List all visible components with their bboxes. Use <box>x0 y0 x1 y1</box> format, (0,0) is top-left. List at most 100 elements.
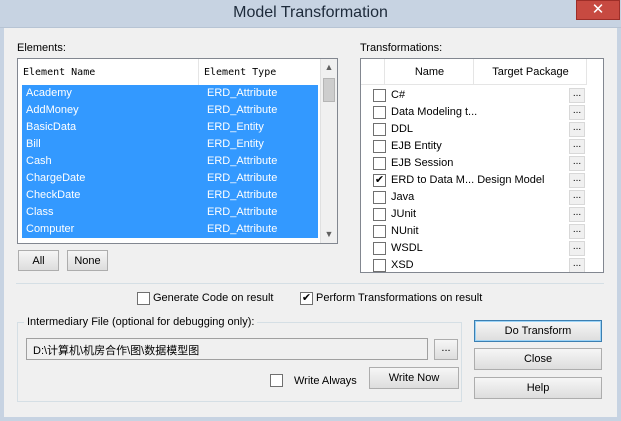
transformation-row[interactable]: EJB Session... <box>361 155 587 172</box>
transformation-checkbox[interactable] <box>373 208 386 221</box>
column-element-type[interactable]: Element Type <box>200 59 319 85</box>
transformation-checkbox[interactable] <box>373 123 386 136</box>
transformation-row[interactable]: XSD... <box>361 257 587 272</box>
elements-label: Elements: <box>17 42 66 54</box>
transformation-row[interactable]: ✔ ERD to Data M... Design Model... <box>361 172 587 189</box>
scroll-thumb[interactable] <box>323 78 335 102</box>
target-package-button[interactable]: ... <box>569 173 585 188</box>
element-type: ERD_Attribute <box>207 87 278 99</box>
element-name: BasicData <box>26 121 77 133</box>
intermediary-group <box>17 322 462 402</box>
transformation-row[interactable]: Data Modeling t...... <box>361 104 587 121</box>
element-name: Computer <box>26 223 75 235</box>
transformation-checkbox[interactable] <box>373 242 386 255</box>
transformations-label: Transformations: <box>360 42 443 54</box>
write-always-label: Write Always <box>294 375 357 387</box>
elements-list-header: Element Name Element Type <box>18 59 319 85</box>
element-row[interactable]: Class ERD_Attribute <box>22 204 318 221</box>
close-window-button[interactable]: ✕ <box>576 0 620 20</box>
transformation-name: XSD <box>391 259 414 271</box>
elements-rows: Academy ERD_Attribute AddMoney ERD_Attribut… <box>22 85 318 238</box>
transformation-checkbox[interactable] <box>373 191 386 204</box>
separator <box>16 283 604 284</box>
transformation-name: ERD to Data M... Design Model <box>391 174 545 186</box>
element-name: Class <box>26 206 54 218</box>
elements-scrollbar[interactable]: ▲ ▼ <box>320 59 337 243</box>
transformation-checkbox[interactable] <box>373 225 386 238</box>
title-bar: Model Transformation ✕ <box>0 0 621 28</box>
transformations-list[interactable]: Name Target Package C#... Data Modeling t… <box>360 58 604 273</box>
target-package-button[interactable]: ... <box>569 258 585 272</box>
target-package-button[interactable]: ... <box>569 190 585 205</box>
target-package-button[interactable]: ... <box>569 88 585 103</box>
element-type: ERD_Attribute <box>207 104 278 116</box>
transformation-checkbox[interactable] <box>373 157 386 170</box>
transformation-name: JUnit <box>391 208 417 220</box>
all-button[interactable]: All <box>18 250 59 271</box>
browse-button[interactable]: ... <box>434 339 458 360</box>
element-type: ERD_Entity <box>207 121 264 133</box>
close-button[interactable]: Close <box>474 348 602 370</box>
element-row[interactable]: ChargeDate ERD_Attribute <box>22 170 318 187</box>
intermediary-path-field[interactable]: D:\计算机\机房合作\图\数据模型图 <box>26 338 428 360</box>
transformation-name: DDL <box>391 123 414 135</box>
target-package-button[interactable]: ... <box>569 156 585 171</box>
perform-transformations-checkbox[interactable]: ✔ <box>300 292 313 305</box>
transformation-name: EJB Session <box>391 157 454 169</box>
generate-code-checkbox[interactable] <box>137 292 150 305</box>
target-package-button[interactable]: ... <box>569 241 585 256</box>
transformation-row[interactable]: EJB Entity... <box>361 138 587 155</box>
target-package-button[interactable]: ... <box>569 139 585 154</box>
transformation-row[interactable]: WSDL... <box>361 240 587 257</box>
transformation-name: Java <box>391 191 415 203</box>
transformation-row[interactable]: NUnit... <box>361 223 587 240</box>
element-row[interactable]: CheckDate ERD_Attribute <box>22 187 318 204</box>
column-name[interactable]: Name <box>386 59 474 85</box>
window-title: Model Transformation <box>233 4 388 21</box>
transformation-checkbox[interactable] <box>373 140 386 153</box>
element-row[interactable]: Academy ERD_Attribute <box>22 85 318 102</box>
element-name: Bill <box>26 138 41 150</box>
target-package-button[interactable]: ... <box>569 224 585 239</box>
intermediary-label: Intermediary File (optional for debuggin… <box>24 316 258 328</box>
do-transform-button[interactable]: Do Transform <box>474 320 602 342</box>
transformation-row[interactable]: JUnit... <box>361 206 587 223</box>
target-package-button[interactable]: ... <box>569 207 585 222</box>
element-row[interactable]: Computer ERD_Attribute <box>22 221 318 238</box>
element-type: ERD_Entity <box>207 138 264 150</box>
target-package-button[interactable]: ... <box>569 122 585 137</box>
write-always-checkbox[interactable] <box>270 374 283 387</box>
transformation-checkbox[interactable] <box>373 106 386 119</box>
transformation-checkbox[interactable] <box>373 259 386 272</box>
none-button[interactable]: None <box>67 250 108 271</box>
element-type: ERD_Attribute <box>207 206 278 218</box>
column-target-package[interactable]: Target Package <box>475 59 587 85</box>
element-row[interactable]: Cash ERD_Attribute <box>22 153 318 170</box>
target-package-button[interactable]: ... <box>569 105 585 120</box>
generate-code-label: Generate Code on result <box>153 292 274 304</box>
element-name: Academy <box>26 87 72 99</box>
element-row[interactable]: BasicData ERD_Entity <box>22 119 318 136</box>
scroll-down-icon[interactable]: ▼ <box>321 226 337 243</box>
transformation-row[interactable]: C#... <box>361 87 587 104</box>
write-now-button[interactable]: Write Now <box>369 367 459 389</box>
elements-list[interactable]: Element Name Element Type Academy ERD_Att… <box>17 58 338 244</box>
perform-transformations-label: Perform Transformations on result <box>316 292 483 304</box>
transformation-row[interactable]: Java... <box>361 189 587 206</box>
scroll-up-icon[interactable]: ▲ <box>321 59 337 76</box>
transformation-checkbox[interactable]: ✔ <box>373 174 386 187</box>
transformation-row[interactable]: DDL... <box>361 121 587 138</box>
transformation-name: C# <box>391 89 406 101</box>
element-row[interactable]: AddMoney ERD_Attribute <box>22 102 318 119</box>
transformation-checkbox[interactable] <box>373 89 386 102</box>
transformations-list-header: Name Target Package <box>361 59 587 85</box>
column-element-name[interactable]: Element Name <box>18 59 199 85</box>
element-row[interactable]: Bill ERD_Entity <box>22 136 318 153</box>
element-name: CheckDate <box>26 189 81 201</box>
transformation-name: WSDL <box>391 242 423 254</box>
help-button[interactable]: Help <box>474 377 602 399</box>
transformation-name: NUnit <box>391 225 419 237</box>
element-name: ChargeDate <box>26 172 86 184</box>
element-name: AddMoney <box>26 104 79 116</box>
element-name: Cash <box>26 155 52 167</box>
